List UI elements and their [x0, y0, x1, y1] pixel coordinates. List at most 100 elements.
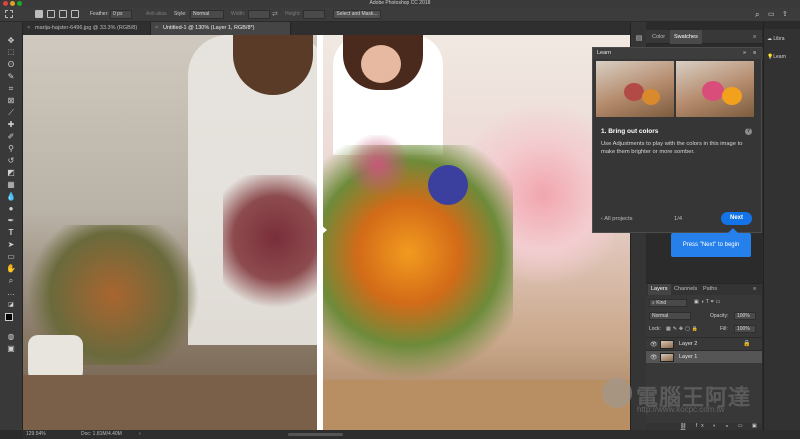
right-panel-column: ☁ Libra 💡Learn [763, 22, 800, 430]
layer-row[interactable]: 👁 Layer 1 [646, 350, 762, 363]
quick-select-tool-icon[interactable]: ✎ [6, 72, 16, 82]
tab-swatches[interactable]: Swatches [670, 30, 702, 44]
hand-tool-icon[interactable]: ✋ [6, 264, 16, 274]
tab-label: Untitled-1 @ 130% (Layer 1, RGB/8*) [163, 25, 255, 31]
learn-progress: 1/4 [674, 216, 683, 222]
search-icon[interactable]: ⌕ [755, 10, 759, 19]
info-icon[interactable]: ? [745, 128, 752, 135]
horizontal-scrollbar[interactable] [288, 433, 343, 436]
document-size[interactable]: Doc: 1.81M/4.40M [81, 430, 122, 439]
panel-menu-icon[interactable]: ≡ [749, 30, 760, 44]
intersect-selection-icon[interactable] [71, 10, 79, 18]
crop-tool-icon[interactable]: ⌗ [6, 84, 16, 94]
gradient-tool-icon[interactable]: ▦ [6, 180, 16, 190]
learn-panel: Learn » ≡ 1. Bring out colors ? Use Adju… [592, 47, 763, 233]
filter-kind-select[interactable]: ⌕ Kind [649, 299, 687, 307]
style-select[interactable]: Normal [190, 10, 224, 19]
tab-channels[interactable]: Channels [671, 284, 700, 295]
close-tab-icon[interactable]: × [27, 22, 30, 35]
blur-tool-icon[interactable]: 💧 [6, 192, 16, 202]
collapse-icon[interactable]: » [743, 48, 746, 59]
layer-row[interactable]: 👁 Layer 2 🔒 [646, 337, 762, 350]
subtract-selection-icon[interactable] [59, 10, 67, 18]
eraser-tool-icon[interactable]: ◩ [6, 168, 16, 178]
tab-layers[interactable]: Layers [648, 284, 671, 295]
more-tools-icon[interactable]: … [6, 288, 16, 298]
rectangle-tool-icon[interactable]: ▭ [6, 252, 16, 262]
layers-panel-tabs: Layers Channels Paths ≡ [646, 284, 762, 295]
fill-input[interactable]: 100% [734, 325, 756, 333]
screen-mode-icon[interactable]: ▣ [6, 344, 16, 354]
close-tab-icon[interactable]: × [155, 22, 158, 35]
layer-filter-icons[interactable]: ▣◑T⌗▭ [694, 299, 722, 305]
swap-dimensions-icon[interactable]: ⇄ [272, 10, 278, 19]
next-button[interactable]: Next [721, 212, 752, 225]
document-tabs: × marija-hajster-6496.jpg @ 33.3% (RGB/8… [23, 22, 630, 35]
anti-alias-checkbox[interactable]: Anti-alias [146, 10, 167, 19]
layer-thumbnail [660, 353, 674, 362]
tab-document-2[interactable]: × Untitled-1 @ 130% (Layer 1, RGB/8*) [151, 22, 291, 35]
options-bar: Feather: 0 px Anti-alias Style: Normal W… [0, 7, 800, 22]
visibility-eye-icon[interactable]: 👁 [650, 341, 658, 348]
tab-document-1[interactable]: × marija-hajster-6496.jpg @ 33.3% (RGB/8… [23, 22, 151, 35]
history-panel-icon[interactable]: ▤ [634, 34, 644, 44]
healing-brush-tool-icon[interactable]: ✚ [6, 120, 16, 130]
photo-before [23, 35, 328, 430]
watermark-url: http://www.kocpc.com.tw [637, 405, 725, 414]
pen-tool-icon[interactable]: ✒ [6, 216, 16, 226]
panel-menu-icon[interactable]: ≡ [753, 48, 756, 59]
share-icon[interactable]: ⇪ [782, 10, 788, 19]
clone-stamp-tool-icon[interactable]: ⚲ [6, 144, 16, 154]
marquee-preset-icon[interactable] [5, 10, 13, 18]
visibility-eye-icon[interactable]: 👁 [650, 354, 658, 361]
lock-icon: 🔒 [743, 341, 751, 347]
history-brush-tool-icon[interactable]: ↺ [6, 156, 16, 166]
status-bar: 129.54% Doc: 1.81M/4.40M › [23, 430, 800, 439]
learn-step-description: Use Adjustments to play with the colors … [601, 141, 743, 155]
lock-label: Lock: [649, 326, 661, 332]
divider-handle-icon[interactable] [320, 224, 327, 236]
tab-color[interactable]: Color [648, 30, 669, 44]
photo-after [323, 35, 630, 430]
panel-menu-icon[interactable]: ≡ [750, 284, 759, 295]
dodge-tool-icon[interactable]: ● [6, 204, 16, 214]
blend-mode-select[interactable]: Normal [649, 312, 691, 320]
feather-input[interactable]: 0 px [110, 10, 132, 19]
zoom-window-button[interactable] [17, 1, 22, 6]
quick-mask-icon[interactable]: ◍ [6, 332, 16, 342]
foreground-color-swatch[interactable] [5, 313, 13, 321]
lasso-tool-icon[interactable]: ʘ [6, 60, 16, 70]
all-projects-link[interactable]: ‹ All projects [601, 216, 633, 222]
learn-panel-button[interactable]: 💡Learn [767, 54, 786, 60]
lock-icons[interactable]: ▦✎✥▢🔒 [666, 326, 700, 332]
move-tool-icon[interactable]: ✥ [6, 36, 16, 46]
color-panel-header: Color Swatches ≡ [646, 30, 762, 44]
width-input[interactable] [248, 10, 270, 19]
layer-name: Layer 2 [679, 341, 698, 347]
type-tool-icon[interactable]: T [6, 228, 16, 238]
zoom-tool-icon[interactable]: ⌕ [6, 276, 16, 286]
tab-paths[interactable]: Paths [700, 284, 720, 295]
close-window-button[interactable] [3, 1, 8, 6]
workspace-icon[interactable]: ▭ [768, 10, 775, 19]
zoom-level[interactable]: 129.54% [26, 430, 46, 439]
height-input[interactable] [303, 10, 325, 19]
new-selection-icon[interactable] [35, 10, 43, 18]
status-menu-icon[interactable]: › [139, 430, 141, 439]
feather-label: Feather: [90, 11, 109, 17]
coach-tooltip: Press "Next" to begin [671, 233, 751, 257]
path-selection-tool-icon[interactable]: ➤ [6, 240, 16, 250]
libraries-panel-button[interactable]: ☁ Libra [767, 36, 785, 42]
height-label: Height: [285, 11, 301, 17]
add-selection-icon[interactable] [47, 10, 55, 18]
minimize-window-button[interactable] [10, 1, 15, 6]
document-canvas[interactable] [23, 35, 630, 430]
eyedropper-tool-icon[interactable]: ⟋ [6, 108, 16, 118]
frame-tool-icon[interactable]: ⊠ [6, 96, 16, 106]
default-colors-icon[interactable]: ◪ [6, 300, 16, 310]
opacity-input[interactable]: 100% [734, 312, 756, 320]
before-thumbnail [596, 61, 674, 117]
select-and-mask-button[interactable]: Select and Mask... [333, 10, 381, 19]
marquee-tool-icon[interactable]: ⬚ [6, 48, 16, 58]
brush-tool-icon[interactable]: ✐ [6, 132, 16, 142]
